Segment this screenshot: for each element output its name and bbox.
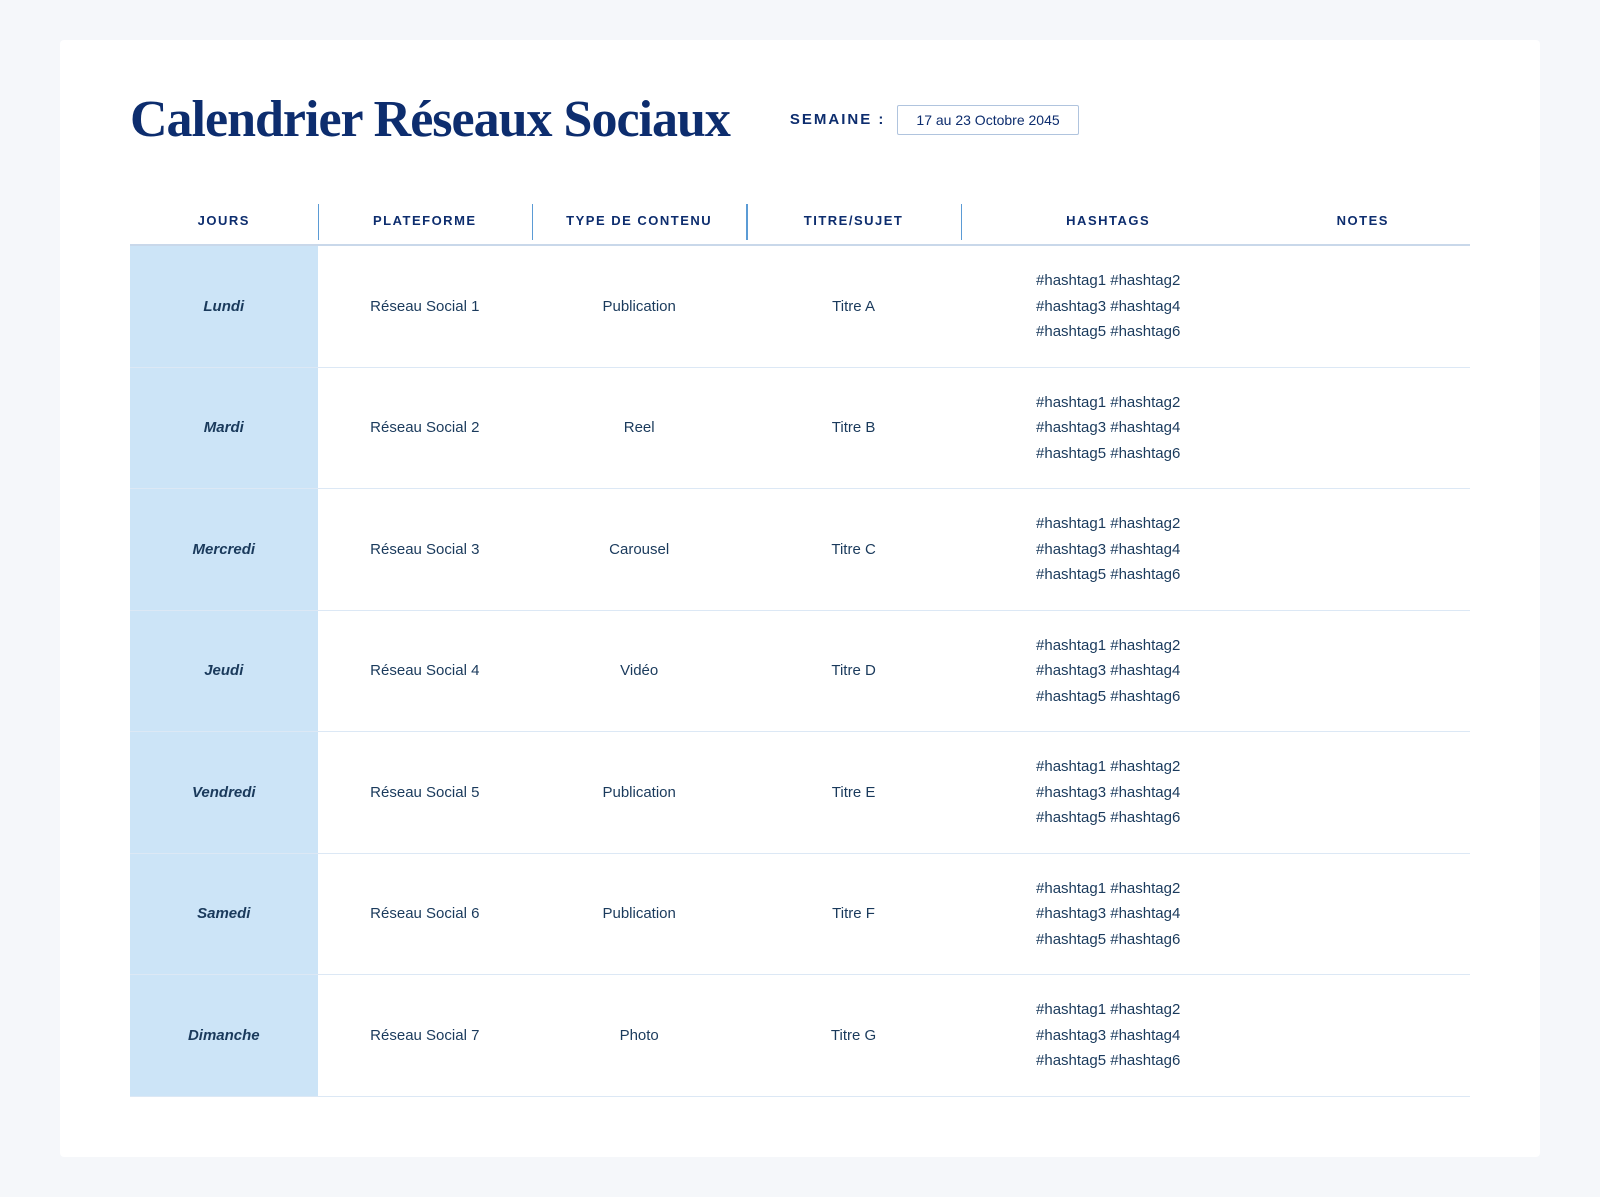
type-cell: Publication: [532, 853, 746, 975]
title-cell: Titre E: [746, 732, 960, 854]
col-header-jours: JOURS: [130, 199, 318, 245]
table-row: VendrediRéseau Social 5PublicationTitre …: [130, 732, 1470, 854]
type-cell: Reel: [532, 367, 746, 489]
col-header-titre: TITRE/SUJET: [746, 199, 960, 245]
semaine-section: SEMAINE : 17 au 23 Octobre 2045: [790, 105, 1079, 135]
col-header-plateforme: PLATEFORME: [318, 199, 532, 245]
platform-cell: Réseau Social 7: [318, 975, 532, 1097]
title-cell: Titre B: [746, 367, 960, 489]
day-cell: Dimanche: [130, 975, 318, 1097]
platform-cell: Réseau Social 2: [318, 367, 532, 489]
day-cell: Mercredi: [130, 489, 318, 611]
hashtags-cell: #hashtag1 #hashtag2 #hashtag3 #hashtag4 …: [961, 732, 1256, 854]
title-cell: Titre D: [746, 610, 960, 732]
notes-cell: [1256, 732, 1470, 854]
hashtags-cell: #hashtag1 #hashtag2 #hashtag3 #hashtag4 …: [961, 853, 1256, 975]
title-cell: Titre C: [746, 489, 960, 611]
table-header-row: JOURS PLATEFORME TYPE DE CONTENU TITRE/S…: [130, 199, 1470, 245]
type-cell: Carousel: [532, 489, 746, 611]
platform-cell: Réseau Social 4: [318, 610, 532, 732]
title-cell: Titre G: [746, 975, 960, 1097]
notes-cell: [1256, 489, 1470, 611]
title-cell: Titre F: [746, 853, 960, 975]
calendar-table: JOURS PLATEFORME TYPE DE CONTENU TITRE/S…: [130, 199, 1470, 1097]
title-cell: Titre A: [746, 245, 960, 367]
day-cell: Lundi: [130, 245, 318, 367]
type-cell: Photo: [532, 975, 746, 1097]
notes-cell: [1256, 975, 1470, 1097]
hashtags-cell: #hashtag1 #hashtag2 #hashtag3 #hashtag4 …: [961, 367, 1256, 489]
table-row: DimancheRéseau Social 7PhotoTitre G#hash…: [130, 975, 1470, 1097]
page-header: Calendrier Réseaux Sociaux SEMAINE : 17 …: [130, 90, 1470, 149]
notes-cell: [1256, 245, 1470, 367]
page-container: Calendrier Réseaux Sociaux SEMAINE : 17 …: [60, 40, 1540, 1157]
day-cell: Mardi: [130, 367, 318, 489]
type-cell: Vidéo: [532, 610, 746, 732]
col-header-hashtags: HASHTAGS: [961, 199, 1256, 245]
hashtags-cell: #hashtag1 #hashtag2 #hashtag3 #hashtag4 …: [961, 245, 1256, 367]
col-header-type: TYPE DE CONTENU: [532, 199, 746, 245]
col-header-notes: NOTES: [1256, 199, 1470, 245]
platform-cell: Réseau Social 5: [318, 732, 532, 854]
table-row: LundiRéseau Social 1PublicationTitre A#h…: [130, 245, 1470, 367]
notes-cell: [1256, 367, 1470, 489]
hashtags-cell: #hashtag1 #hashtag2 #hashtag3 #hashtag4 …: [961, 489, 1256, 611]
table-row: JeudiRéseau Social 4VidéoTitre D#hashtag…: [130, 610, 1470, 732]
platform-cell: Réseau Social 3: [318, 489, 532, 611]
day-cell: Vendredi: [130, 732, 318, 854]
hashtags-cell: #hashtag1 #hashtag2 #hashtag3 #hashtag4 …: [961, 975, 1256, 1097]
platform-cell: Réseau Social 6: [318, 853, 532, 975]
table-row: SamediRéseau Social 6PublicationTitre F#…: [130, 853, 1470, 975]
table-row: MercrediRéseau Social 3CarouselTitre C#h…: [130, 489, 1470, 611]
type-cell: Publication: [532, 245, 746, 367]
day-cell: Jeudi: [130, 610, 318, 732]
type-cell: Publication: [532, 732, 746, 854]
hashtags-cell: #hashtag1 #hashtag2 #hashtag3 #hashtag4 …: [961, 610, 1256, 732]
day-cell: Samedi: [130, 853, 318, 975]
notes-cell: [1256, 610, 1470, 732]
page-title: Calendrier Réseaux Sociaux: [130, 90, 730, 149]
semaine-value: 17 au 23 Octobre 2045: [897, 105, 1078, 135]
notes-cell: [1256, 853, 1470, 975]
table-row: MardiRéseau Social 2ReelTitre B#hashtag1…: [130, 367, 1470, 489]
platform-cell: Réseau Social 1: [318, 245, 532, 367]
semaine-label: SEMAINE :: [790, 111, 886, 128]
